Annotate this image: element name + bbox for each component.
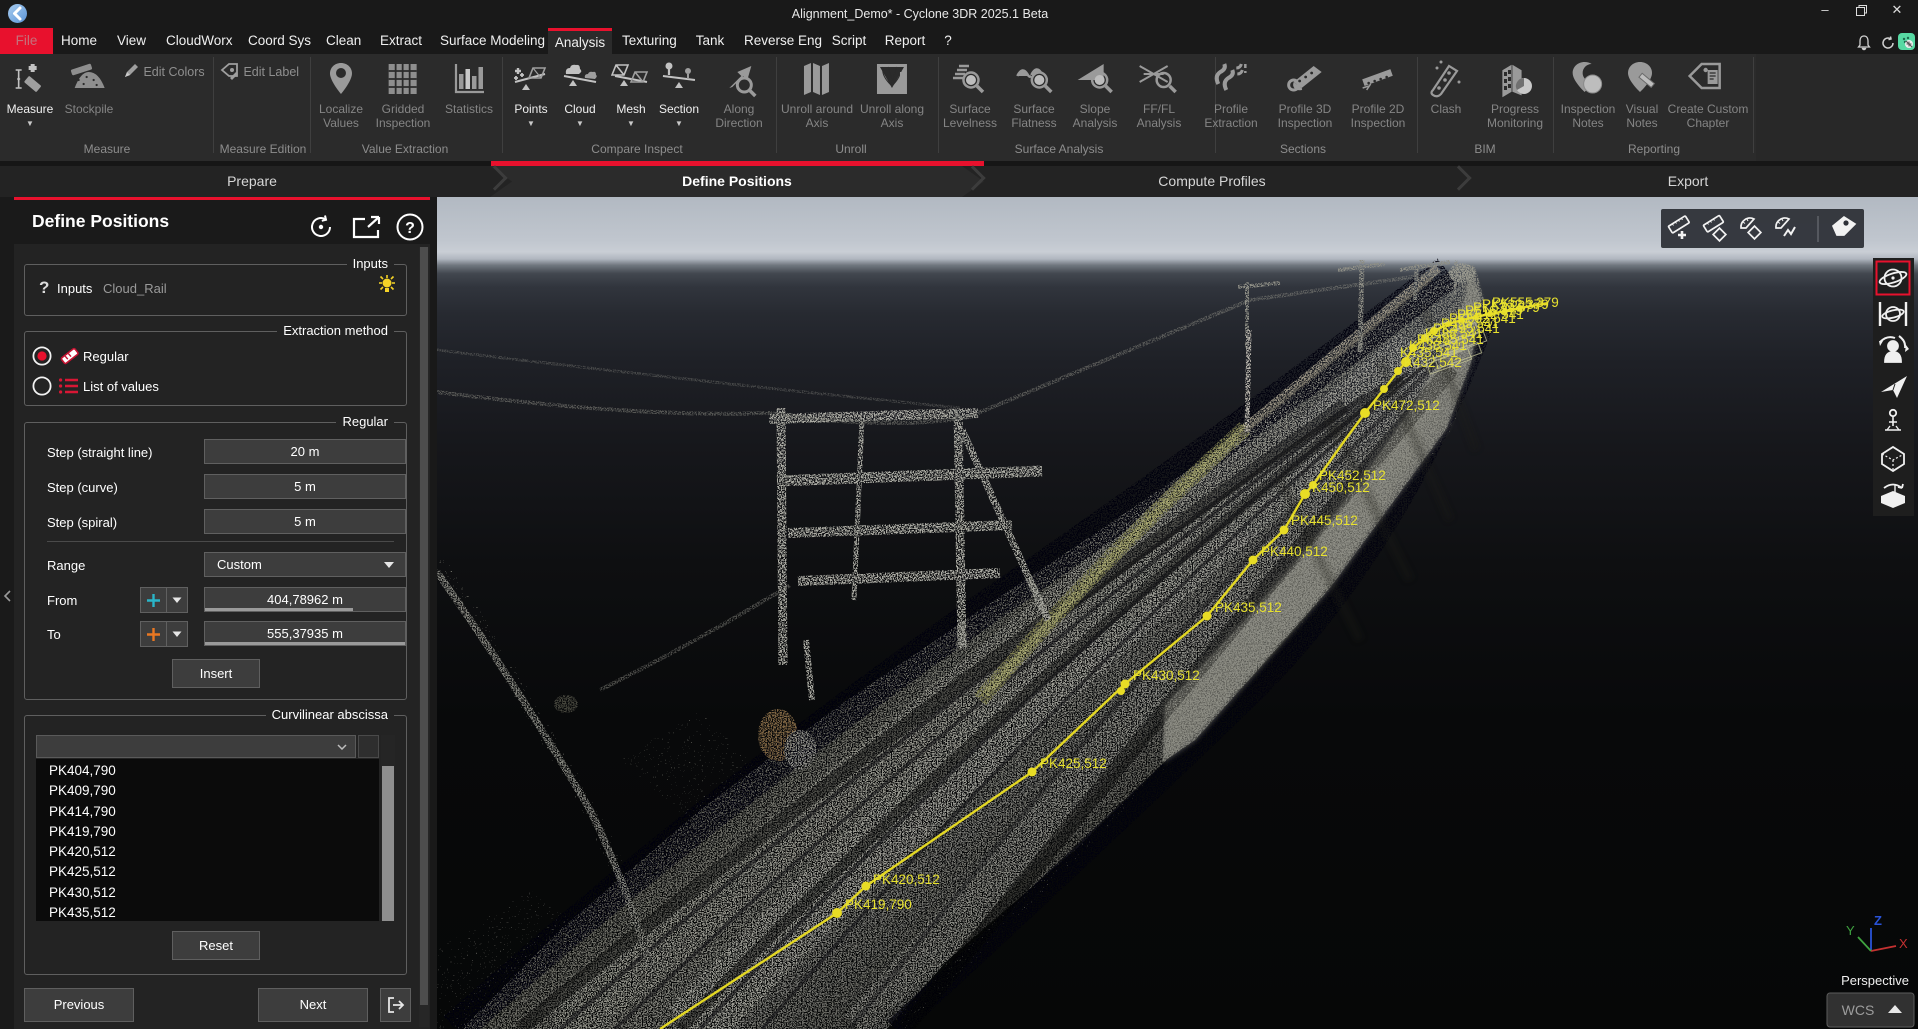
svg-text:PK440,512: PK440,512 — [1261, 544, 1328, 559]
svg-text:Perspective: Perspective — [1841, 973, 1909, 988]
svg-text:?: ? — [405, 220, 415, 237]
svg-text:PK419,790: PK419,790 — [845, 897, 912, 912]
svg-text:Y: Y — [1846, 923, 1855, 938]
svg-text:PK555,379: PK555,379 — [1492, 295, 1559, 310]
svg-text:PK445,512: PK445,512 — [1291, 513, 1358, 528]
svg-text:PK452,512: PK452,512 — [1319, 468, 1386, 483]
svg-text:PK435,512: PK435,512 — [1215, 600, 1282, 615]
svg-text:PK425,512: PK425,512 — [1040, 756, 1107, 771]
svg-text:PK430,512: PK430,512 — [1133, 668, 1200, 683]
svg-text:PK420,512: PK420,512 — [873, 872, 940, 887]
svg-text:WCS: WCS — [1842, 1002, 1875, 1018]
svg-text:PK472,512: PK472,512 — [1373, 398, 1440, 413]
svg-text:X: X — [1899, 936, 1908, 951]
svg-text:Z: Z — [1874, 913, 1882, 928]
